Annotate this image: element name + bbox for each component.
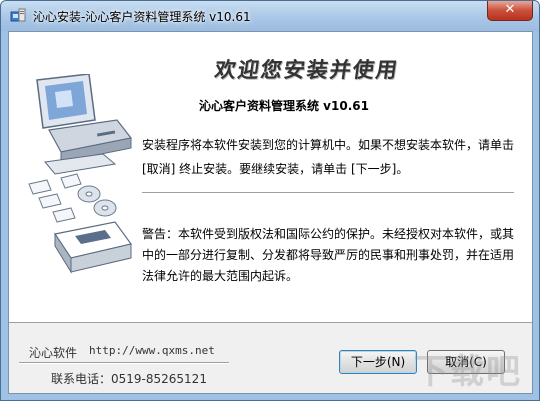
company-name: 沁心软件 bbox=[29, 346, 78, 360]
footer-divider bbox=[19, 362, 229, 364]
computer-illustration-icon bbox=[28, 74, 133, 274]
welcome-heading: 欢迎您安装并使用 bbox=[213, 57, 401, 82]
contact-phone: 联系电话：0519-85265121 bbox=[51, 372, 207, 386]
close-icon: ✕ bbox=[504, 2, 516, 17]
close-button[interactable]: ✕ bbox=[487, 1, 533, 21]
content-divider bbox=[142, 192, 514, 194]
welcome-panel: 欢迎您安装并使用 沁心客户资料管理系统 v10.61 安装程序将本软件安装到您的… bbox=[9, 32, 532, 323]
title-bar[interactable]: 沁心安装-沁心客户资料管理系统 v10.61 ✕ bbox=[1, 1, 539, 31]
window-title: 沁心安装-沁心客户资料管理系统 v10.61 bbox=[33, 10, 251, 24]
watermark-text: 下载吧 bbox=[414, 352, 522, 392]
installer-window: 沁心安装-沁心客户资料管理系统 v10.61 ✕ 欢迎您安装并使用 沁心客户资料… bbox=[0, 0, 540, 401]
copyright-warning: 警告：本软件受到版权法和国际公约的保护。未经授权对本软件，或其中的一部分进行复制… bbox=[142, 227, 515, 283]
company-url: http://www.qxms.net bbox=[89, 344, 215, 357]
product-name: 沁心客户资料管理系统 v10.61 bbox=[199, 99, 369, 113]
intro-text: 安装程序将本软件安装到您的计算机中。如果不想安装本软件，请单击[取消] 终止安装… bbox=[142, 138, 515, 176]
installer-app-icon bbox=[10, 8, 26, 22]
installer-body: 欢迎您安装并使用 沁心客户资料管理系统 v10.61 安装程序将本软件安装到您的… bbox=[8, 31, 533, 394]
next-button[interactable]: 下一步(N) bbox=[339, 350, 417, 374]
